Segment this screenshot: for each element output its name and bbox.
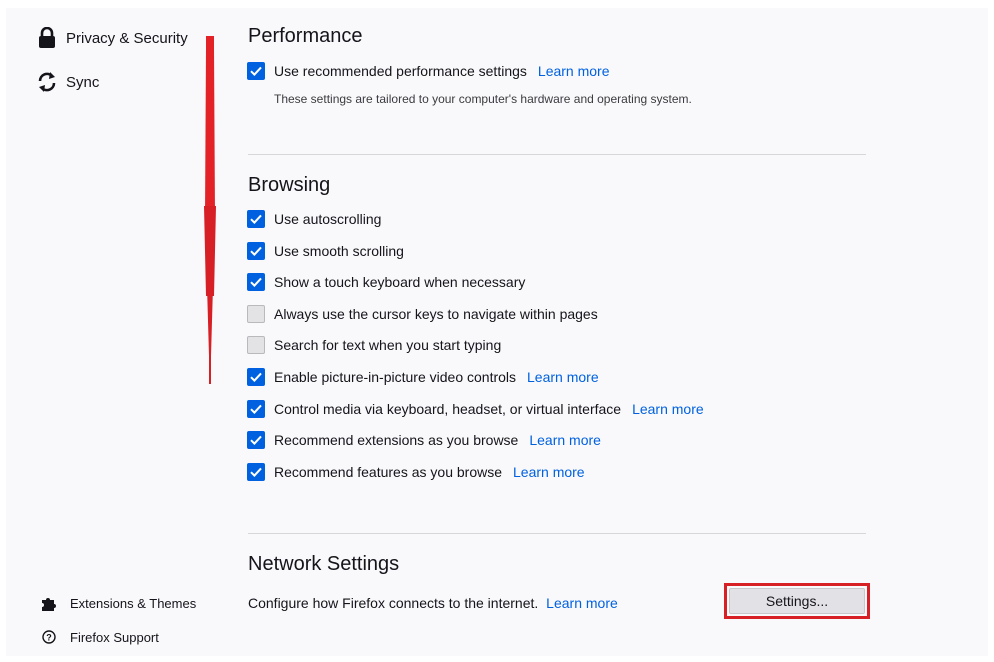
learn-more-link[interactable]: Learn more bbox=[527, 369, 599, 385]
checkbox[interactable] bbox=[247, 399, 265, 418]
checkbox[interactable] bbox=[247, 62, 265, 80]
lock-icon bbox=[36, 27, 58, 49]
checkmark-icon bbox=[250, 66, 262, 76]
checkmark-icon bbox=[250, 277, 262, 288]
section-divider bbox=[248, 154, 866, 155]
network-description: Configure how Firefox connects to the in… bbox=[248, 595, 539, 611]
learn-more-link[interactable]: Learn more bbox=[529, 432, 601, 448]
checkmark-icon bbox=[250, 435, 262, 446]
sidebar-item-privacy-security[interactable]: Privacy & Security bbox=[36, 27, 188, 49]
checkbox-label: Control media via keyboard, headset, or … bbox=[274, 400, 622, 417]
learn-more-link[interactable]: Learn more bbox=[513, 464, 585, 480]
sidebar-item-sync[interactable]: Sync bbox=[36, 71, 99, 93]
sidebar-item-extensions-themes[interactable]: Extensions & Themes bbox=[40, 594, 196, 612]
recommended-performance-checkbox[interactable]: Use recommended performance settings Lea… bbox=[247, 62, 610, 80]
checkbox-label: Use recommended performance settings bbox=[274, 63, 527, 79]
checkbox-label: Search for text when you start typing bbox=[274, 337, 502, 354]
sidebar-item-label: Firefox Support bbox=[70, 629, 159, 645]
checkbox-label: Always use the cursor keys to navigate w… bbox=[274, 305, 598, 322]
help-icon: ? bbox=[40, 628, 58, 646]
network-description-row: Configure how Firefox connects to the in… bbox=[248, 595, 618, 611]
learn-more-link[interactable]: Learn more bbox=[538, 63, 610, 79]
sidebar-item-firefox-support[interactable]: ? Firefox Support bbox=[40, 628, 159, 646]
checkmark-icon bbox=[250, 467, 262, 477]
checkbox-label: Recommend features as you browse bbox=[274, 463, 502, 480]
checkbox-label: Recommend extensions as you browse bbox=[274, 432, 519, 449]
checkbox-label: Use smooth scrolling bbox=[274, 242, 404, 259]
checkbox[interactable] bbox=[247, 273, 265, 292]
scroll-down-annotation bbox=[204, 36, 216, 384]
network-settings-button[interactable]: Settings... bbox=[729, 588, 865, 614]
sidebar-item-label: Sync bbox=[66, 73, 100, 91]
checkmark-icon bbox=[250, 372, 262, 382]
browsing-option-search-for-text-when[interactable]: Search for text when you start typing bbox=[247, 336, 502, 355]
browsing-option-always-use-the-cursor[interactable]: Always use the cursor keys to navigate w… bbox=[247, 304, 598, 323]
checkmark-icon bbox=[250, 246, 262, 256]
checkbox[interactable] bbox=[247, 210, 265, 228]
sidebar-item-label: Extensions & Themes bbox=[70, 595, 197, 611]
learn-more-link[interactable]: Learn more bbox=[632, 401, 704, 417]
checkbox-label: Use autoscrolling bbox=[274, 211, 382, 227]
browsing-option-show-a-touch-keyboard[interactable]: Show a touch keyboard when necessary bbox=[247, 273, 526, 292]
checkbox[interactable] bbox=[247, 336, 265, 355]
learn-more-link[interactable]: Learn more bbox=[546, 595, 618, 611]
section-divider bbox=[248, 533, 866, 534]
checkbox[interactable] bbox=[247, 368, 265, 386]
checkbox-label: Enable picture-in-picture video controls bbox=[274, 369, 517, 385]
checkmark-icon bbox=[250, 404, 262, 414]
checkbox[interactable] bbox=[247, 241, 265, 260]
sync-icon bbox=[36, 71, 58, 93]
browsing-option-control-media-via-keyboard[interactable]: Control media via keyboard, headset, or … bbox=[247, 399, 704, 418]
browsing-heading: Browsing bbox=[248, 174, 331, 196]
checkmark-icon bbox=[250, 214, 262, 224]
performance-heading: Performance bbox=[248, 25, 363, 47]
browsing-option-use-autoscrolling[interactable]: Use autoscrolling bbox=[247, 210, 381, 228]
network-settings-heading: Network Settings bbox=[248, 553, 400, 575]
performance-description: These settings are tailored to your comp… bbox=[274, 92, 692, 106]
checkbox-label: Show a touch keyboard when necessary bbox=[274, 274, 526, 291]
browsing-option-use-smooth-scrolling[interactable]: Use smooth scrolling bbox=[247, 241, 404, 260]
checkbox[interactable] bbox=[247, 304, 265, 323]
browsing-option-recommend-features-as-you[interactable]: Recommend features as you browse Learn mo… bbox=[247, 462, 585, 481]
puzzle-icon bbox=[40, 594, 58, 612]
checkbox[interactable] bbox=[247, 462, 265, 481]
sidebar-item-label: Privacy & Security bbox=[66, 29, 188, 47]
browsing-option-enable-picture-in-picture[interactable]: Enable picture-in-picture video controls… bbox=[247, 368, 599, 386]
checkbox[interactable] bbox=[247, 431, 265, 450]
svg-text:?: ? bbox=[46, 633, 52, 643]
browsing-option-recommend-extensions-as-you[interactable]: Recommend extensions as you browse Learn … bbox=[247, 431, 601, 450]
